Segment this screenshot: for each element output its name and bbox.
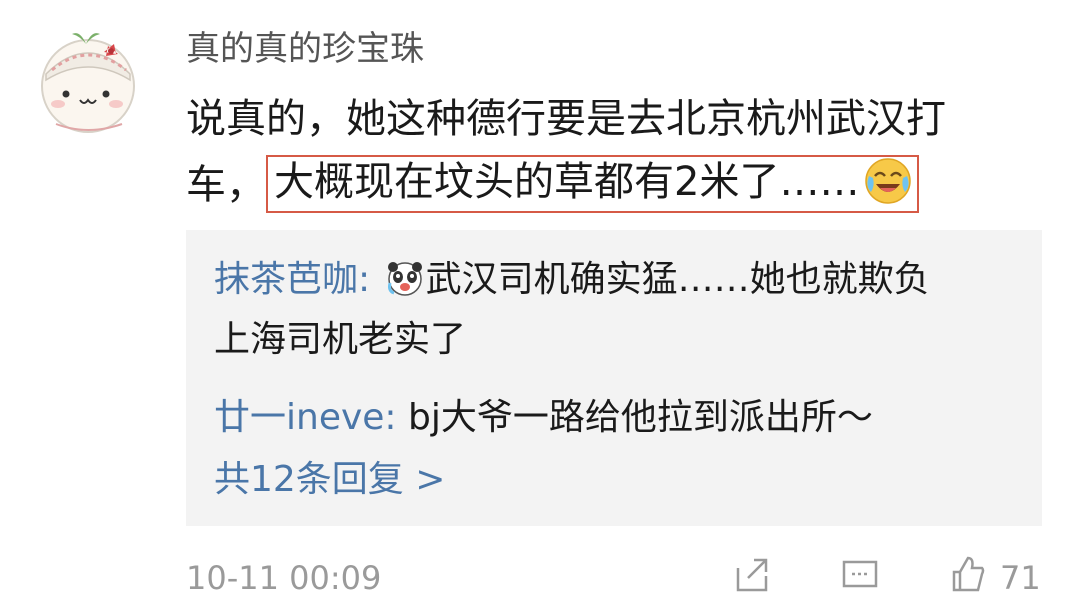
laugh-cry-emoji-icon [863,156,913,206]
highlighted-text: 大概现在坟头的草都有2米了…… [274,159,860,205]
panda-emoji-icon [386,259,424,297]
timestamp: 10-11 00:09 [186,559,382,597]
reply-author[interactable]: 抹茶芭咖 [214,259,358,300]
reply-author[interactable]: 廿一ineve [214,397,384,438]
more-replies-link[interactable]: 共12条回复 > [214,452,445,508]
like-count: 71 [1000,559,1041,597]
comment-body: 说真的，她这种德行要是去北京杭州武汉打 车， 大概现在坟头的草都有2米了…… [186,86,1026,218]
username[interactable]: 真的真的珍宝珠 [186,24,424,74]
avatar-image [41,33,135,133]
comment-footer: 10-11 00:09 71 [186,548,1056,597]
share-icon[interactable] [732,554,772,594]
avatar[interactable] [30,24,150,134]
reply-colon: : [384,397,397,438]
reply-text: bj大爷一路给他拉到派出所～ [408,397,873,438]
comment-line-1: 说真的，她这种德行要是去北京杭州武汉打 [186,96,946,142]
comment-line-2-prefix: 车， [186,162,266,208]
reply-text: 武汉司机确实猛……她也就欺负 [425,259,930,300]
reply-item: 廿一ineve: bj大爷一路给他拉到派出所～ [214,390,873,446]
reply-text-continued: 上海司机老实了 [214,319,467,360]
comment-icon[interactable] [840,554,880,594]
highlight-box: 大概现在坟头的草都有2米了…… [266,155,920,213]
reply-item: 抹茶芭咖: 武汉司机确实猛……她也就欺负 [214,252,930,308]
reply-colon: : [358,259,371,300]
comment-line-2: 车， 大概现在坟头的草都有2米了…… [186,152,1026,218]
replies-panel: 抹茶芭咖: 武汉司机确实猛……她也就欺负 上海司机老实了 廿一ineve: bj… [186,230,1042,526]
like-icon[interactable] [948,554,988,594]
